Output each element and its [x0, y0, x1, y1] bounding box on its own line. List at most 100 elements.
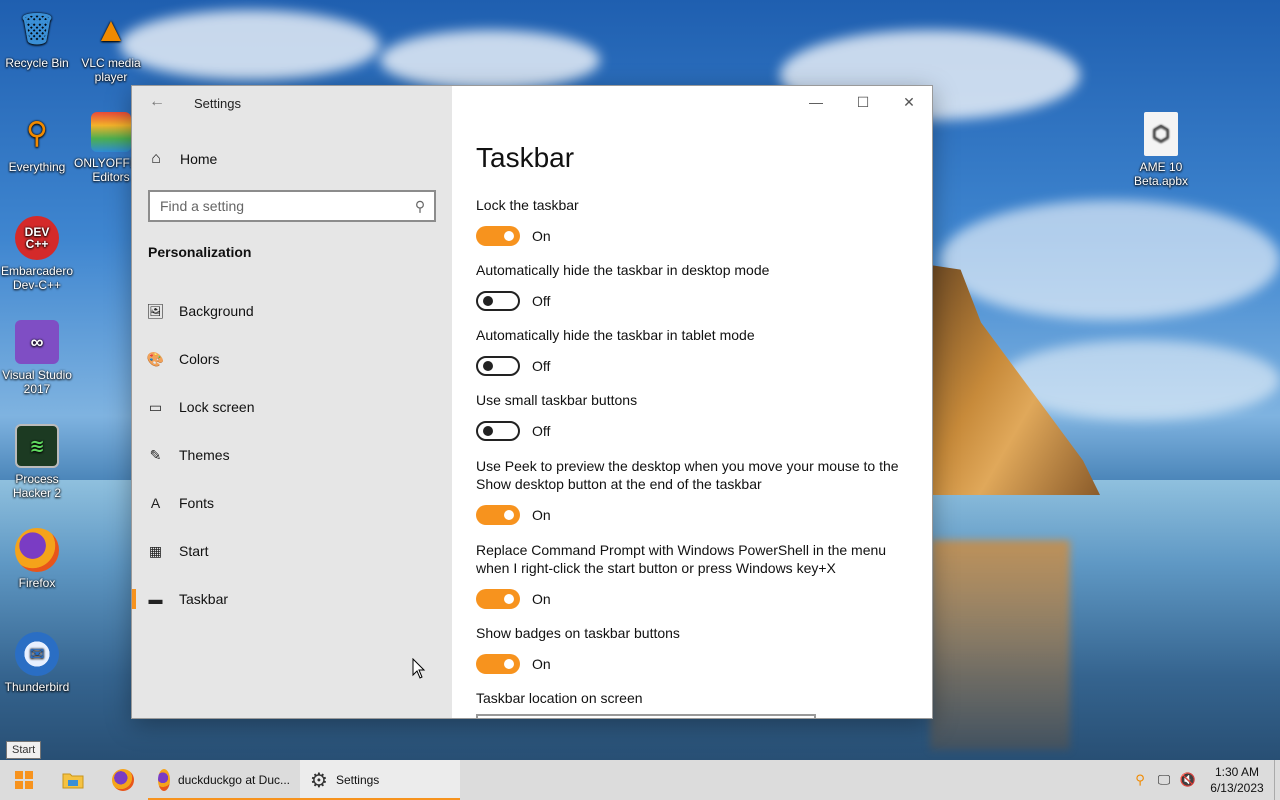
desktop-icon-label: VLC media player: [81, 56, 141, 84]
desktop-icon-label: Process Hacker 2: [12, 472, 62, 500]
clock-date: 6/13/2023: [1210, 781, 1264, 795]
sidebar-item-label: Fonts: [179, 495, 215, 511]
setting-badges: Show badges on taskbar buttons On: [476, 624, 916, 674]
toggle-switch[interactable]: [476, 589, 520, 609]
desktop-icon-vlc[interactable]: ▲ VLC media player: [74, 8, 148, 84]
setting-label: Replace Command Prompt with Windows Powe…: [476, 542, 887, 576]
taskbar-file-explorer[interactable]: [48, 760, 98, 800]
setting-label: Automatically hide the taskbar in deskto…: [476, 262, 770, 278]
setting-lock-taskbar: Lock the taskbar On: [476, 196, 916, 246]
sidebar-item-start[interactable]: ▦ Start: [132, 527, 452, 575]
maximize-button[interactable]: ☐: [840, 86, 886, 118]
volume-muted-icon[interactable]: 🔇: [1176, 772, 1200, 788]
desktop-icon-label: Everything: [8, 160, 66, 174]
toggle-state: On: [532, 228, 551, 244]
sidebar-item-themes[interactable]: ✎ Themes: [132, 431, 452, 479]
palette-icon: 🎨: [146, 350, 165, 367]
taskbar-app-settings[interactable]: ⚙ Settings: [300, 760, 460, 800]
desktop-icon-label: Visual Studio 2017: [2, 368, 72, 396]
taskbar-app-firefox-window[interactable]: duckduckgo at Duc...: [148, 760, 300, 800]
firefox-icon: [15, 528, 59, 572]
sidebar-home-label: Home: [180, 151, 218, 167]
toggle-state: On: [532, 656, 551, 672]
recycle-bin-icon: 🗑: [17, 13, 57, 46]
taskbar-location-dropdown[interactable]: [476, 714, 816, 718]
toggle-state: On: [532, 591, 551, 607]
sidebar-nav: 🖼 Background 🎨 Colors ▭ Lock screen ✎ Th…: [132, 287, 452, 623]
setting-label: Lock the taskbar: [476, 197, 579, 213]
picture-icon: 🖼: [146, 302, 165, 319]
show-desktop-button[interactable]: [1274, 760, 1280, 800]
desktop-icon-recycle-bin[interactable]: 🗑 Recycle Bin: [0, 8, 74, 71]
toggle-switch[interactable]: [476, 505, 520, 525]
toggle-state: Off: [532, 293, 551, 309]
sidebar-item-label: Lock screen: [179, 399, 255, 415]
desktop-icon-process-hacker[interactable]: ≋ Process Hacker 2: [0, 424, 74, 500]
close-button[interactable]: ✕: [886, 86, 932, 118]
sidebar-item-lock-screen[interactable]: ▭ Lock screen: [132, 383, 452, 431]
taskbar-firefox-pinned[interactable]: [98, 760, 148, 800]
setting-label: Taskbar location on screen: [476, 690, 643, 706]
setting-taskbar-location: Taskbar location on screen: [476, 689, 916, 707]
network-icon[interactable]: 🖵: [1152, 772, 1176, 788]
minimize-button[interactable]: —: [793, 86, 839, 118]
section-heading: Personalization: [148, 244, 252, 260]
toggle-state: On: [532, 507, 551, 523]
settings-sidebar: ← Settings ⌂ Home ⚲ Personalization 🖼 Ba…: [132, 86, 452, 718]
start-button[interactable]: [0, 760, 48, 800]
sidebar-item-fonts[interactable]: A Fonts: [132, 479, 452, 527]
gear-icon: ⚙: [310, 769, 328, 792]
windows-logo-icon: [15, 771, 33, 789]
setting-label: Automatically hide the taskbar in tablet…: [476, 327, 755, 343]
desktop-icon-visual-studio[interactable]: ∞ Visual Studio 2017: [0, 320, 74, 396]
process-hacker-icon: ≋: [15, 424, 59, 468]
desktop-icon-thunderbird[interactable]: ✉ Thunderbird: [0, 632, 74, 694]
thunderbird-icon: ✉: [15, 632, 59, 676]
toggle-switch[interactable]: [476, 356, 520, 376]
toggle-switch[interactable]: [476, 291, 520, 311]
taskbar-clock[interactable]: 1:30 AM 6/13/2023: [1200, 764, 1274, 796]
window-title: Settings: [194, 96, 241, 111]
themes-brush-icon: ✎: [149, 446, 162, 463]
settings-window: ← Settings ⌂ Home ⚲ Personalization 🖼 Ba…: [132, 86, 932, 718]
search-input[interactable]: [150, 192, 406, 220]
page-title: Taskbar: [476, 142, 575, 173]
sidebar-item-label: Taskbar: [179, 591, 229, 607]
fonts-icon: A: [150, 495, 161, 511]
file-icon: ⬡: [1144, 112, 1178, 156]
sidebar-item-taskbar[interactable]: ▬ Taskbar: [132, 575, 452, 623]
settings-search-box[interactable]: ⚲: [148, 190, 436, 222]
sidebar-home[interactable]: ⌂ Home: [132, 142, 452, 176]
system-tray: ⚲ 🖵 🔇 1:30 AM 6/13/2023: [1128, 760, 1280, 800]
sidebar-item-colors[interactable]: 🎨 Colors: [132, 335, 452, 383]
sidebar-item-label: Colors: [179, 351, 220, 367]
setting-small-buttons: Use small taskbar buttons Off: [476, 391, 916, 441]
folder-icon: [62, 773, 84, 789]
desktop-icon-ame-file[interactable]: ⬡ AME 10 Beta.apbx: [1124, 112, 1198, 188]
taskbar: duckduckgo at Duc... ⚙ Settings ⚲ 🖵 🔇 1:…: [0, 760, 1280, 800]
taskbar-app-label: Settings: [335, 773, 380, 787]
toggle-switch[interactable]: [476, 654, 520, 674]
devcpp-icon: DEV C++: [15, 216, 59, 260]
sidebar-item-background[interactable]: 🖼 Background: [132, 287, 452, 335]
setting-powershell: Replace Command Prompt with Windows Powe…: [476, 541, 916, 609]
desktop-icon-label: Embarcadero Dev-C++: [0, 264, 74, 292]
back-arrow-icon[interactable]: ←: [146, 92, 168, 112]
firefox-icon: [158, 769, 170, 791]
toggle-switch[interactable]: [476, 421, 520, 441]
toggle-switch[interactable]: [476, 226, 520, 246]
mouse-cursor-icon: [412, 658, 426, 679]
desktop-icon-label: Thunderbird: [4, 680, 70, 694]
setting-label: Use small taskbar buttons: [476, 392, 638, 408]
setting-label: Use Peek to preview the desktop when you…: [476, 458, 899, 492]
desktop-icon-label: AME 10 Beta.apbx: [1133, 160, 1189, 188]
desktop-icon-firefox[interactable]: Firefox: [0, 528, 74, 590]
clock-time: 1:30 AM: [1214, 765, 1260, 779]
home-icon: ⌂: [151, 150, 161, 167]
everything-tray-icon[interactable]: ⚲: [1128, 772, 1152, 788]
desktop-icon-everything[interactable]: ⚲ Everything: [0, 112, 74, 175]
search-icon[interactable]: ⚲: [406, 198, 434, 215]
visual-studio-icon: ∞: [15, 320, 59, 364]
desktop-icon-devcpp[interactable]: DEV C++ Embarcadero Dev-C++: [0, 216, 74, 292]
setting-label: Show badges on taskbar buttons: [476, 625, 680, 641]
